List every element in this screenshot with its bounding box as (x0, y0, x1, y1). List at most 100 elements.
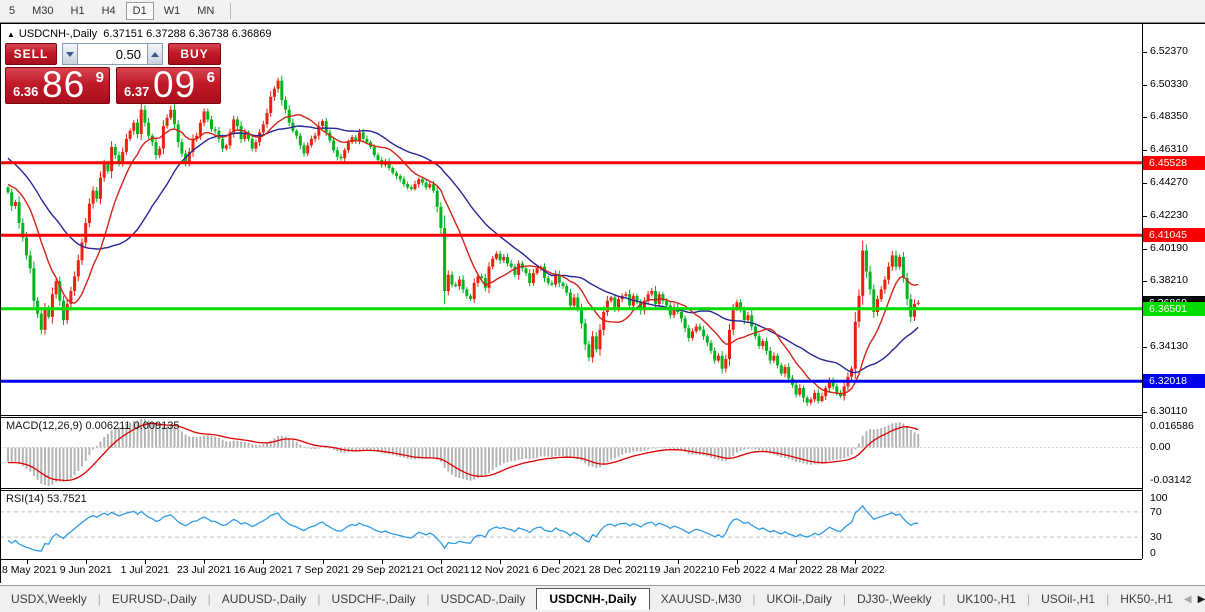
rsi-current-value: 53.7521 (46, 493, 87, 505)
triangle-down-icon (66, 51, 74, 57)
price-axis-tick (1142, 215, 1147, 217)
tab-scroll-arrows: ◀ ▶ (1184, 594, 1205, 605)
tab-uk100-h1[interactable]: UK100-,H1 (946, 588, 1027, 610)
price-axis-label: 6.52370 (1150, 45, 1188, 57)
macd-label: MACD(12,26,9) 0.006211 0.009135 (6, 420, 179, 432)
date-axis-label: 9 Jun 2021 (59, 564, 112, 576)
rsi-axis-label: 100 (1150, 492, 1168, 504)
tab-audusd-daily[interactable]: AUDUSD-,Daily (211, 588, 318, 610)
date-axis-label: 1 Jul 2021 (120, 564, 170, 576)
tab-usdcad-daily[interactable]: USDCAD-,Daily (430, 588, 537, 610)
price-axis-tick (1142, 182, 1147, 184)
trade-widget-prices: 6.36 86 9 6.37 09 6 (5, 64, 221, 105)
price-axis-label: 6.42230 (1150, 209, 1188, 222)
price-axis-tick (1142, 51, 1147, 53)
tab-usdchf-daily[interactable]: USDCHF-,Daily (321, 588, 427, 610)
date-axis-label: 10 Feb 2022 (707, 564, 767, 576)
volume-decrease-button[interactable] (62, 43, 78, 65)
price-axis-label: 6.50330 (1150, 78, 1188, 90)
price-axis-tick (1142, 248, 1147, 250)
tab-dj30-weekly[interactable]: DJ30-,Weekly (846, 588, 942, 610)
price-axis-label: 6.34130 (1150, 340, 1188, 353)
timeframe-toolbar: 5 M30 H1 H4 D1 W1 MN (0, 0, 1205, 22)
timeframe-button-mn[interactable]: MN (190, 2, 221, 20)
date-axis-label: 4 Mar 2022 (769, 564, 823, 576)
collapse-triangle-icon[interactable]: ▲ (7, 30, 15, 39)
timeframe-button-m30[interactable]: M30 (25, 2, 60, 20)
timeframe-button-d1[interactable]: D1 (125, 2, 154, 20)
tab-scroll-right-icon[interactable]: ▶ (1198, 594, 1205, 605)
tab-eurusd-daily[interactable]: EURUSD-,Daily (101, 588, 208, 610)
buy-price-box[interactable]: 6.37 09 6 (116, 64, 221, 105)
macd-axis-zero-label: 0.00 (1150, 440, 1171, 453)
sell-price-sup: 9 (95, 69, 104, 86)
tab-ukoil-daily[interactable]: UKOil-,Daily (756, 588, 843, 610)
sell-price-box[interactable]: 6.36 86 9 (5, 64, 110, 105)
rsi-axis-label: 70 (1150, 505, 1162, 518)
tab-scroll-left-icon[interactable]: ◀ (1184, 594, 1192, 605)
tab-usdx-weekly[interactable]: USDX,Weekly (0, 588, 98, 610)
date-axis-label: 18 May 2021 (0, 564, 57, 576)
date-axis-label: 21 Oct 2021 (412, 564, 470, 576)
price-axis-separator (1142, 24, 1143, 559)
volume-stepper (62, 43, 163, 65)
rsi-pane-canvas[interactable] (0, 490, 1142, 559)
price-axis-label: 6.30110 (1150, 405, 1188, 418)
price-axis-tick (1142, 411, 1147, 413)
level-price-badge: 6.32018 (1143, 374, 1205, 389)
macd-current-values: 0.006211 0.009135 (85, 420, 180, 432)
date-axis-label: 28 Mar 2022 (825, 564, 885, 576)
sell-price-small: 6.36 (13, 84, 39, 99)
tab-usdcnh-daily[interactable]: USDCNH-,Daily (536, 588, 650, 610)
date-axis-label: 28 Dec 2021 (588, 564, 649, 576)
timeframe-button-w1[interactable]: W1 (157, 2, 188, 20)
sell-button[interactable]: SELL (5, 43, 57, 65)
macd-pane-bottom-border (0, 488, 1142, 489)
date-axis-label: 12 Nov 2021 (470, 564, 530, 576)
date-axis-label: 7 Sep 2021 (295, 564, 350, 576)
mt4-window: 5 M30 H1 H4 D1 W1 MN ▲ USDCNH-,Daily 6.37151 6.… (0, 0, 1205, 612)
chart-header: ▲ USDCNH-,Daily 6.37151 6.37288 6.36738 6… (7, 28, 272, 40)
rsi-axis-label: 0 (1150, 547, 1156, 559)
trade-widget-controls: SELL BUY (5, 43, 221, 65)
triangle-up-icon (151, 51, 159, 57)
macd-axis-min-label: -0.03142 (1150, 474, 1192, 486)
date-axis-label: 16 Aug 2021 (233, 564, 293, 576)
level-price-badge: 6.36501 (1143, 301, 1205, 316)
date-axis-label: 19 Jan 2022 (648, 564, 707, 576)
chart-symbol-label: USDCNH-,Daily (18, 28, 98, 40)
buy-price-big: 09 (153, 64, 197, 105)
volume-increase-button[interactable] (147, 43, 163, 65)
buy-button[interactable]: BUY (168, 43, 221, 65)
chart-ohlc-values: 6.37151 6.37288 6.36738 6.36869 (103, 28, 272, 40)
buy-price-sup: 6 (206, 69, 215, 86)
timeframe-button-h1[interactable]: H1 (64, 2, 92, 20)
price-axis-tick (1142, 116, 1147, 118)
macd-pane-top-border (0, 417, 1142, 418)
level-price-badge: 6.41045 (1143, 228, 1205, 243)
volume-input[interactable] (78, 43, 147, 65)
price-axis-tick (1142, 84, 1147, 86)
timeframe-button-5[interactable]: 5 (2, 2, 22, 20)
date-axis-label: 6 Dec 2021 (532, 564, 587, 576)
price-axis-label: 6.40190 (1150, 242, 1188, 255)
rsi-pane-top-border (0, 490, 1142, 491)
rsi-label: RSI(14) 53.7521 (6, 493, 87, 505)
tab-hk50-h1[interactable]: HK50-,H1 (1109, 588, 1184, 610)
price-axis-label: 6.38210 (1150, 274, 1188, 287)
price-axis-tick (1142, 280, 1147, 282)
price-pane-bottom-border (0, 415, 1142, 416)
tab-xauusd-m30[interactable]: XAUUSD-,M30 (650, 588, 753, 610)
macd-axis-max-label: 0.016586 (1150, 420, 1194, 432)
buy-price-small: 6.37 (124, 84, 150, 99)
timeframe-button-h4[interactable]: H4 (95, 2, 123, 20)
price-axis-tick (1142, 149, 1147, 151)
window-left-border (0, 23, 1, 583)
price-axis-label: 6.48350 (1150, 110, 1188, 123)
level-price-badge: 6.45528 (1143, 155, 1205, 170)
rsi-title: RSI(14) (6, 493, 44, 505)
price-axis-label: 6.44270 (1150, 176, 1188, 189)
rsi-pane-bottom-border (0, 559, 1142, 560)
rsi-axis-label: 30 (1150, 531, 1162, 544)
tab-usoil-h1[interactable]: USOil-,H1 (1030, 588, 1106, 610)
